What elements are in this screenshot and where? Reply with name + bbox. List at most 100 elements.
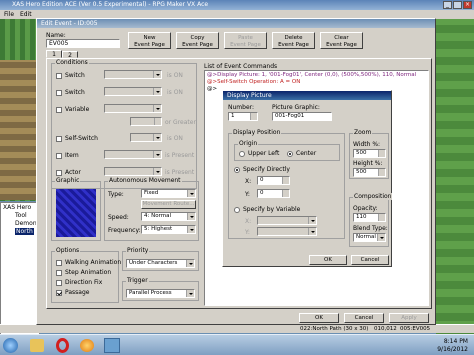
variable-label: Variable [65, 106, 90, 113]
switch2-select[interactable] [104, 87, 162, 96]
switch1-is-on: is ON [167, 72, 183, 79]
maximize-button[interactable] [453, 1, 462, 9]
cancel-button[interactable]: Cancel [344, 313, 384, 323]
opacity-input[interactable]: 110 [353, 213, 386, 222]
chevron-down-icon [190, 193, 194, 195]
command-line-2[interactable]: @>Self-Switch Operation: A = ON [207, 79, 300, 85]
apply-button[interactable]: Apply [389, 313, 429, 323]
paste-event-page-button[interactable]: Paste Event Page [224, 32, 267, 49]
trigger-title: Trigger [126, 277, 149, 284]
number-input[interactable]: 1 [228, 112, 258, 121]
var-y-label: Y: [245, 229, 250, 236]
frequency-select[interactable]: 5: Highest [141, 225, 196, 234]
tree-item-project[interactable]: XAS Hero [3, 204, 31, 211]
switch1-checkbox[interactable] [56, 73, 62, 79]
opera-icon[interactable] [56, 338, 69, 353]
opacity-label: Opacity: [353, 205, 378, 212]
actor-select[interactable] [104, 167, 162, 176]
name-label: Name: [46, 32, 66, 39]
actor-label: Actor [65, 169, 81, 176]
picture-graphic-value: 001-Fog01 [275, 113, 305, 119]
picture-ok-button[interactable]: OK [309, 255, 347, 265]
var-x-select[interactable] [257, 216, 317, 225]
command-line-3[interactable]: @> [207, 86, 217, 92]
name-field[interactable]: EV005 [46, 39, 120, 48]
conditions-group: Conditions Switch is ON Switch is ON Var… [51, 59, 197, 189]
variable-checkbox[interactable] [56, 107, 62, 113]
variable-select[interactable] [104, 104, 162, 113]
taskbar: 8:14 PM 9/16/2012 [0, 334, 474, 355]
picture-graphic-field[interactable]: 001-Fog01 [272, 112, 332, 121]
tab-page-1[interactable]: 1 [46, 50, 62, 58]
menu-file[interactable]: File [4, 11, 14, 18]
picture-cancel-button[interactable]: Cancel [351, 255, 389, 265]
type-select[interactable]: Fixed [141, 189, 196, 198]
tab-page-2[interactable]: 2 [62, 51, 78, 59]
chevron-down-icon [156, 91, 160, 93]
specify-directly-radio[interactable] [234, 167, 240, 173]
map-tree[interactable]: XAS Hero Tool Demon North [0, 202, 40, 337]
tree-item-north[interactable]: North [15, 228, 34, 235]
direction-fix-checkbox[interactable] [56, 280, 62, 286]
center-radio[interactable] [287, 151, 293, 157]
copy-event-page-button[interactable]: Copy Event Page [176, 32, 219, 49]
map-area[interactable] [436, 19, 474, 337]
switch1-label: Switch [65, 72, 85, 79]
app-titlebar: XAS Hero Edition ACE (Ver 0.5 Experiment… [0, 0, 474, 10]
priority-title: Priority [126, 247, 150, 254]
chevron-down-icon [311, 231, 315, 233]
x-input[interactable]: 0 [257, 176, 290, 185]
specify-by-variable-radio[interactable] [234, 207, 240, 213]
status-coords: 010,012 [374, 326, 397, 332]
priority-select[interactable]: Under Characters [126, 259, 195, 268]
chevron-down-icon [311, 220, 315, 222]
y-input[interactable]: 0 [257, 189, 290, 198]
width-label: Width %: [353, 141, 381, 148]
var-y-select[interactable] [257, 227, 317, 236]
tree-item-demon[interactable]: Demon [15, 220, 37, 227]
step-animation-checkbox[interactable] [56, 270, 62, 276]
tree-item-tool[interactable]: Tool [15, 212, 27, 219]
movement-route-button[interactable]: Movement Route... [141, 200, 196, 209]
commands-title: List of Event Commands [204, 63, 278, 70]
walking-animation-checkbox[interactable] [56, 260, 62, 266]
minimize-button[interactable]: _ [443, 1, 452, 9]
speed-select[interactable]: 4: Normal [141, 212, 196, 221]
close-icon[interactable]: × [463, 1, 472, 9]
item-checkbox[interactable] [56, 153, 62, 159]
ok-button[interactable]: OK [299, 313, 339, 323]
switch1-select[interactable] [104, 70, 162, 79]
passage-checkbox[interactable] [56, 290, 62, 296]
graphic-preview[interactable] [56, 189, 96, 237]
variable-value[interactable] [130, 117, 162, 126]
self-switch-select[interactable] [130, 133, 162, 142]
app-title: XAS Hero Edition ACE (Ver 0.5 Experiment… [12, 1, 209, 8]
edit-event-titlebar: Edit Event - ID:005 [37, 19, 435, 28]
trigger-select[interactable]: Parallel Process [126, 289, 195, 298]
clear-event-page-button[interactable]: Clear Event Page [320, 32, 363, 49]
self-switch-checkbox[interactable] [56, 136, 62, 142]
var-x-label: X: [245, 218, 252, 225]
start-button[interactable] [3, 338, 18, 353]
new-event-page-button[interactable]: New Event Page [128, 32, 171, 49]
media-player-icon[interactable] [80, 339, 94, 352]
trigger-group: Trigger Parallel Process [122, 277, 199, 301]
blend-type-select[interactable]: Normal [353, 233, 386, 242]
rpg-maker-icon[interactable] [104, 338, 120, 353]
actor-checkbox[interactable] [56, 170, 62, 176]
switch2-label: Switch [65, 89, 85, 96]
upper-left-radio[interactable] [239, 151, 245, 157]
command-line-1[interactable]: @>Display Picture: 1, '001-Fog01', Cente… [207, 72, 416, 78]
menu-edit[interactable]: Edit [20, 11, 32, 18]
specify-by-variable-label: Specify by Variable [243, 206, 301, 213]
item-select[interactable] [104, 150, 162, 159]
explorer-icon[interactable] [30, 339, 44, 352]
height-input[interactable]: 500 [353, 168, 386, 177]
display-picture-title: Display Picture [227, 92, 272, 99]
width-input[interactable]: 500 [353, 149, 386, 158]
autonomous-group: Autonomous Movement Type: Fixed Movement… [104, 177, 199, 241]
height-value: 500 [356, 169, 367, 175]
chevron-down-icon [156, 171, 160, 173]
switch2-checkbox[interactable] [56, 90, 62, 96]
delete-event-page-button[interactable]: Delete Event Page [272, 32, 315, 49]
